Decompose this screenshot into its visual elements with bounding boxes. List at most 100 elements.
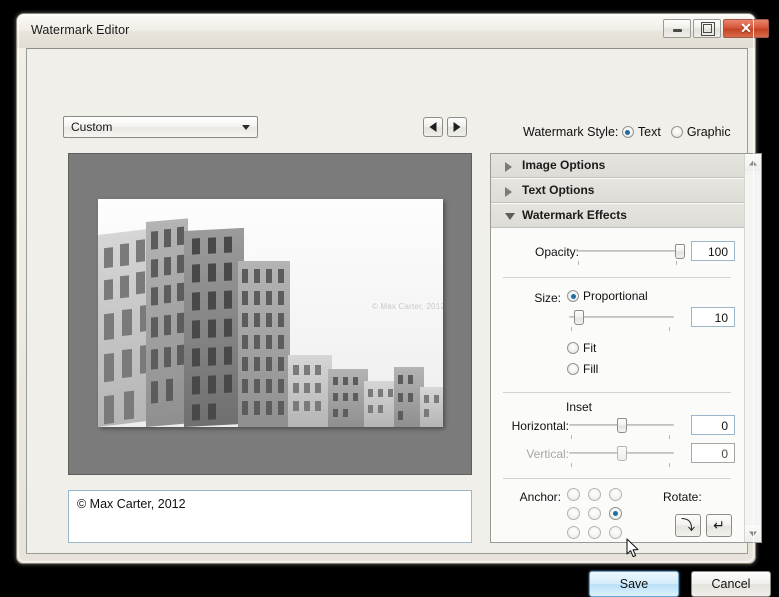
options-panel: Image Options Text Options Watermark Eff… bbox=[490, 153, 762, 543]
anchor-grid bbox=[567, 488, 627, 542]
size-label: Size: bbox=[534, 291, 561, 305]
anchor-middle-center[interactable] bbox=[588, 507, 601, 520]
preview-photo: © Max Carter, 2012 bbox=[98, 199, 443, 427]
watermark-editor-window: Watermark Editor ✕ Custom Watermark Styl… bbox=[16, 13, 771, 597]
anchor-top-center[interactable] bbox=[588, 488, 601, 501]
accordion-image-options[interactable]: Image Options bbox=[491, 154, 745, 178]
radio-size-fit-label: Fit bbox=[583, 341, 597, 355]
cancel-button[interactable]: Cancel bbox=[691, 571, 771, 597]
next-preset-button[interactable] bbox=[447, 117, 467, 137]
opacity-slider[interactable] bbox=[576, 243, 685, 265]
opacity-slider-thumb[interactable] bbox=[675, 244, 685, 259]
chevron-right-icon bbox=[505, 187, 512, 197]
inset-title: Inset bbox=[565, 400, 592, 414]
slider-tick bbox=[669, 327, 670, 331]
chevron-down-icon bbox=[749, 531, 757, 536]
previous-preset-button[interactable] bbox=[423, 117, 443, 137]
section-divider bbox=[503, 392, 731, 393]
radio-style-graphic-label: Graphic bbox=[686, 125, 731, 139]
arrow-left-icon bbox=[429, 122, 437, 132]
minimize-icon bbox=[673, 29, 682, 32]
preset-dropdown[interactable]: Custom bbox=[63, 116, 258, 138]
slider-tick bbox=[669, 435, 670, 439]
inset-vertical-input: 0 bbox=[691, 443, 735, 463]
preview-watermark-text: © Max Carter, 2012 bbox=[371, 302, 443, 311]
size-fit-row: Fit bbox=[567, 341, 606, 355]
accordion-image-options-label: Image Options bbox=[522, 158, 606, 172]
radio-style-graphic[interactable] bbox=[670, 126, 683, 138]
rotate-label: Rotate: bbox=[663, 490, 702, 504]
slider-tick bbox=[571, 327, 572, 331]
photo-building bbox=[288, 355, 332, 427]
chevron-up-icon bbox=[749, 160, 757, 165]
chevron-down-icon bbox=[505, 213, 515, 220]
close-icon: ✕ bbox=[740, 20, 752, 36]
watermark-style-group: Watermark Style: Text Graphic bbox=[523, 125, 741, 139]
scroll-down-button[interactable] bbox=[745, 525, 761, 542]
scroll-up-button[interactable] bbox=[745, 154, 761, 171]
minimize-button[interactable] bbox=[663, 19, 691, 38]
rotate-clockwise-button[interactable]: ⤵ bbox=[675, 514, 701, 537]
radio-style-text[interactable] bbox=[621, 126, 634, 138]
opacity-label: Opacity: bbox=[534, 245, 579, 259]
photo-building bbox=[238, 261, 290, 427]
anchor-bottom-left[interactable] bbox=[567, 526, 580, 539]
window-titlebar: Watermark Editor ✕ bbox=[17, 14, 769, 48]
size-slider[interactable] bbox=[569, 309, 674, 331]
arrow-right-icon bbox=[453, 122, 461, 132]
opacity-slider-track bbox=[576, 250, 681, 252]
opacity-value-input[interactable]: 100 bbox=[691, 241, 735, 261]
photo-building bbox=[364, 381, 398, 427]
radio-size-fit[interactable] bbox=[567, 342, 579, 354]
size-fill-row: Fill bbox=[567, 362, 608, 376]
anchor-bottom-center[interactable] bbox=[588, 526, 601, 539]
anchor-top-right[interactable] bbox=[609, 488, 622, 501]
accordion-text-options-label: Text Options bbox=[522, 183, 595, 197]
inset-vertical-thumb bbox=[617, 446, 627, 461]
slider-tick bbox=[578, 261, 579, 265]
anchor-middle-left[interactable] bbox=[567, 507, 580, 520]
chevron-right-icon bbox=[505, 162, 512, 172]
window-title: Watermark Editor bbox=[31, 23, 130, 37]
accordion-text-options[interactable]: Text Options bbox=[491, 179, 745, 203]
save-button[interactable]: Save bbox=[589, 571, 679, 597]
inset-horizontal-thumb[interactable] bbox=[617, 418, 627, 433]
inset-horizontal-label: Horizontal: bbox=[511, 419, 569, 433]
slider-tick bbox=[669, 463, 670, 467]
anchor-label: Anchor: bbox=[519, 490, 561, 504]
rotate-clockwise-icon: ⤵ bbox=[681, 517, 695, 533]
restore-icon bbox=[703, 24, 712, 33]
anchor-middle-right[interactable] bbox=[609, 507, 622, 520]
slider-tick bbox=[571, 463, 572, 467]
photo-building bbox=[420, 387, 443, 427]
size-value-input[interactable]: 10 bbox=[691, 307, 735, 327]
inset-horizontal-input[interactable]: 0 bbox=[691, 415, 735, 435]
maximize-button[interactable] bbox=[693, 19, 721, 38]
anchor-bottom-right[interactable] bbox=[609, 526, 622, 539]
inset-vertical-slider bbox=[569, 445, 674, 467]
radio-size-fill[interactable] bbox=[567, 363, 579, 375]
watermark-text-input[interactable]: © Max Carter, 2012 bbox=[68, 490, 472, 543]
slider-tick bbox=[571, 435, 572, 439]
size-slider-thumb[interactable] bbox=[574, 310, 584, 325]
preset-dropdown-value: Custom bbox=[71, 120, 113, 134]
section-divider bbox=[503, 478, 731, 479]
radio-size-proportional[interactable] bbox=[567, 290, 579, 302]
chevron-down-icon bbox=[242, 125, 250, 130]
inset-horizontal-slider[interactable] bbox=[569, 417, 674, 439]
watermark-effects-body: Opacity: 100 Size: Proportional 10 Fit F… bbox=[491, 229, 745, 542]
size-proportional-row: Proportional bbox=[567, 289, 658, 303]
options-panel-scrollbar[interactable] bbox=[744, 154, 761, 542]
radio-style-text-label: Text bbox=[637, 125, 661, 139]
accordion-watermark-effects[interactable]: Watermark Effects bbox=[491, 204, 745, 228]
inset-vertical-label: Vertical: bbox=[526, 447, 569, 461]
rotate-counterclockwise-icon: ↵ bbox=[713, 517, 725, 533]
close-button[interactable]: ✕ bbox=[723, 19, 769, 38]
rotate-counterclockwise-button[interactable]: ↵ bbox=[706, 514, 732, 537]
section-divider bbox=[503, 277, 731, 278]
photo-building bbox=[146, 218, 188, 427]
dialog-client-area: Custom Watermark Style: Text Graphic © M… bbox=[26, 48, 771, 597]
photo-building bbox=[184, 227, 244, 427]
anchor-top-left[interactable] bbox=[567, 488, 580, 501]
preview-pane: © Max Carter, 2012 bbox=[68, 153, 472, 475]
